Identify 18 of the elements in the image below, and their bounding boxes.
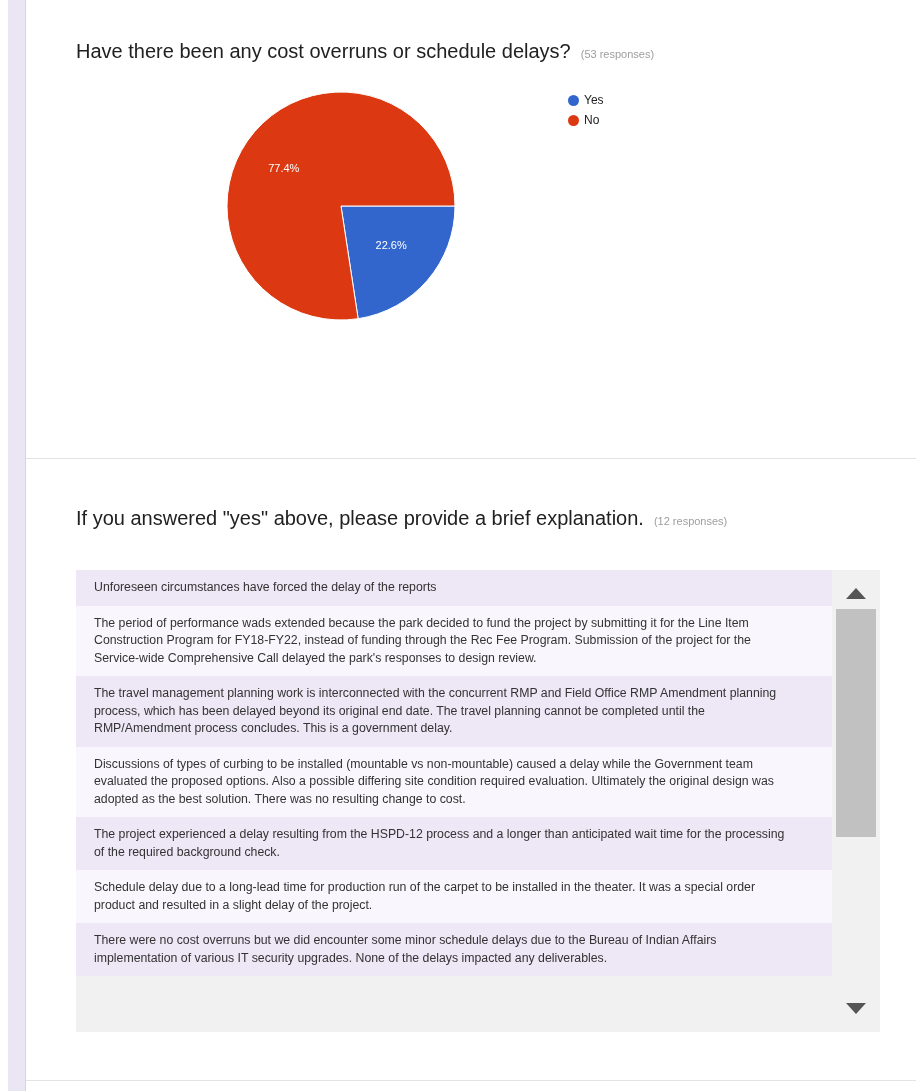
scrollbar-thumb[interactable] xyxy=(836,609,876,837)
legend-label: Yes xyxy=(584,93,604,107)
response-row: Unforeseen circumstances have forced the delay of the reports xyxy=(76,570,832,606)
legend-label: No xyxy=(584,113,600,127)
response-row: The period of performance wads extended because the park decided to fund the project by submitting it for the Line Item Construction Program for FY18-FY22, instead of funding through the Rec Fee Program. Submission of the project for the Service-wide Comprehensive Call delayed the park's responses to design review. xyxy=(76,605,832,676)
response-row: Schedule delay due to a long-lead time for production run of the carpet to be installed in the theater. It was a special order product and resulted in a slight delay of the project. xyxy=(76,870,832,923)
question-title: If you answered "yes" above, please provide a brief explanation. xyxy=(76,507,644,530)
response-row: There were no cost overruns but we did encounter some minor schedule delays due to the Bureau of Indian Affairs implementation of various IT security upgrades. None of the delays impacted any deliverables. xyxy=(76,923,832,976)
slice-label: 22.6% xyxy=(375,239,407,252)
slice-label: 77.4% xyxy=(268,162,300,175)
response-count: (53 responses) xyxy=(580,48,655,60)
response-row: The travel management planning work is interconnected with the concurrent RMP and Field Office RMP Amendment planning process, which has been delayed beyond its original end date. The travel planning cannot be completed until the RMP/Amendment process concludes. This is a government delay. xyxy=(76,676,832,747)
response-count: (12 responses) xyxy=(653,515,728,527)
scroll-down-icon[interactable] xyxy=(846,1003,866,1014)
response-row: The project experienced a delay resulting from the HSPD-12 process and a longer than anticipated wait time for the processing of the required background check. xyxy=(76,817,832,870)
question-title: Have there been any cost overruns or schedule delays? xyxy=(76,40,571,63)
response-row: Discussions of types of curbing to be installed (mountable vs non-mountable) caused a delay while the Government team evaluated the proposed options. Also a possible differing site condition required evaluation. Ultimately the original design was adopted as the best solution. There was no resulting change to cost. xyxy=(76,746,832,817)
scroll-up-icon[interactable] xyxy=(846,588,866,599)
